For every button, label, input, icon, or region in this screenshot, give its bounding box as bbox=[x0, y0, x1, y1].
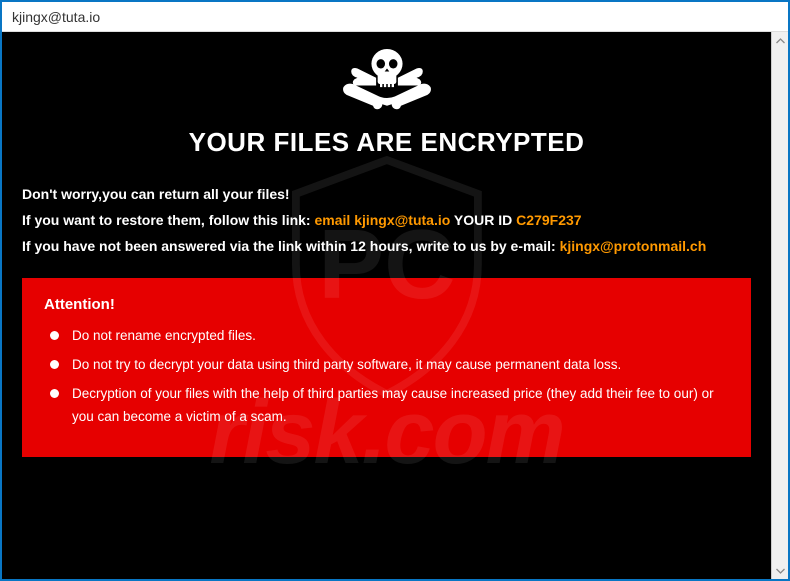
primary-email-label: email bbox=[314, 212, 354, 228]
attention-box: Attention! Do not rename encrypted files… bbox=[22, 278, 751, 457]
your-id-value: C279F237 bbox=[516, 212, 581, 228]
main-content: PC risk.com bbox=[2, 32, 771, 579]
attention-list: Do not rename encrypted files. Do not tr… bbox=[44, 325, 729, 429]
attention-item: Decryption of your files with the help o… bbox=[44, 383, 729, 429]
skull-logo bbox=[22, 42, 751, 117]
vertical-scrollbar[interactable] bbox=[771, 32, 788, 579]
attention-item: Do not rename encrypted files. bbox=[44, 325, 729, 348]
window-title: kjingx@tuta.io bbox=[12, 9, 100, 25]
skull-crossbones-icon bbox=[332, 42, 442, 112]
info-line-3: If you have not been answered via the li… bbox=[22, 235, 751, 259]
info-text: Don't worry,you can return all your file… bbox=[22, 183, 751, 258]
headline: YOUR FILES ARE ENCRYPTED bbox=[22, 127, 751, 158]
scroll-up-icon[interactable] bbox=[772, 32, 788, 49]
secondary-email: kjingx@protonmail.ch bbox=[560, 238, 707, 254]
primary-email: kjingx@tuta.io bbox=[354, 212, 450, 228]
your-id-label: YOUR ID bbox=[450, 212, 516, 228]
window-titlebar: kjingx@tuta.io bbox=[2, 2, 788, 32]
info-line-2: If you want to restore them, follow this… bbox=[22, 209, 751, 233]
content-wrapper: PC risk.com bbox=[2, 32, 788, 579]
scroll-down-icon[interactable] bbox=[772, 562, 788, 579]
info-line-1: Don't worry,you can return all your file… bbox=[22, 183, 751, 207]
attention-item: Do not try to decrypt your data using th… bbox=[44, 354, 729, 377]
attention-title: Attention! bbox=[44, 296, 729, 313]
